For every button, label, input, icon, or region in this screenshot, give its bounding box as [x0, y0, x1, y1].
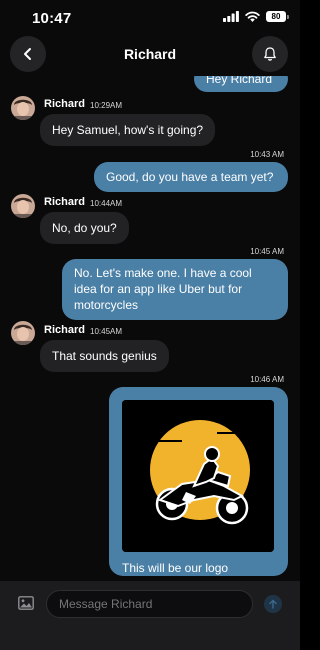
chat-header: Richard: [0, 34, 300, 76]
message-timestamp: 10:43 AM: [250, 150, 284, 159]
avatar-photo: [11, 96, 35, 120]
message-composer: [0, 581, 300, 650]
avatar-photo: [11, 321, 35, 345]
message-text: That sounds genius: [52, 349, 157, 363]
incoming-message: Hey Samuel, how's it going?: [40, 114, 216, 146]
outgoing-message: No. Let's make one. I have a cool idea f…: [62, 259, 288, 320]
avatar: [11, 321, 35, 345]
message-timestamp: 10:29AM: [90, 101, 123, 110]
message-text: Hey Samuel, how's it going?: [52, 123, 204, 137]
avatar: [11, 96, 35, 120]
incoming-message: That sounds genius: [40, 340, 169, 372]
image-icon: [18, 596, 34, 610]
message-text: No, do you?: [52, 221, 117, 235]
battery-level: 80: [271, 12, 281, 21]
wifi-icon: [245, 11, 260, 22]
incoming-message: No, do you?: [40, 212, 129, 244]
chat-screen: 10:47 80 Richard Hey Richard Richard 10:…: [0, 0, 300, 650]
notifications-button[interactable]: [252, 36, 288, 72]
avatar-photo: [11, 194, 35, 218]
battery-indicator: 80: [266, 11, 289, 22]
sender-name: Richard: [44, 324, 85, 336]
status-icons: 80: [223, 11, 289, 22]
message-timestamp: 10:44AM: [90, 199, 123, 208]
message-list[interactable]: Hey Richard Richard 10:29AM Hey Samuel, …: [0, 76, 300, 581]
photo-attach-button[interactable]: [18, 596, 34, 615]
arrow-up-icon: [269, 599, 277, 609]
message-text: No. Let's make one. I have a cool idea f…: [74, 266, 252, 312]
motorcycle-logo-icon: [122, 400, 274, 552]
image-caption: This will be our logo: [122, 561, 229, 575]
message-timestamp: 10:45AM: [90, 327, 123, 336]
message-input[interactable]: [46, 590, 253, 618]
sender-name: Richard: [44, 98, 85, 110]
message-text: Hey Richard: [206, 76, 273, 86]
outgoing-image-message[interactable]: This will be our logo: [109, 387, 288, 576]
message-timestamp: 10:46 AM: [250, 375, 284, 384]
sender-name: Richard: [44, 196, 85, 208]
message-text: Good, do you have a team yet?: [106, 170, 274, 184]
motorcycle-logo-image[interactable]: [122, 400, 274, 552]
cellular-signal-icon: [223, 11, 239, 22]
bell-icon: [264, 47, 276, 61]
avatar: [11, 194, 35, 218]
status-time: 10:47: [32, 10, 72, 27]
send-button[interactable]: [264, 595, 282, 613]
outgoing-message: Hey Richard: [194, 76, 288, 92]
status-bar: 10:47 80: [0, 0, 300, 34]
outgoing-message: Good, do you have a team yet?: [94, 162, 288, 192]
message-timestamp: 10:45 AM: [250, 247, 284, 256]
